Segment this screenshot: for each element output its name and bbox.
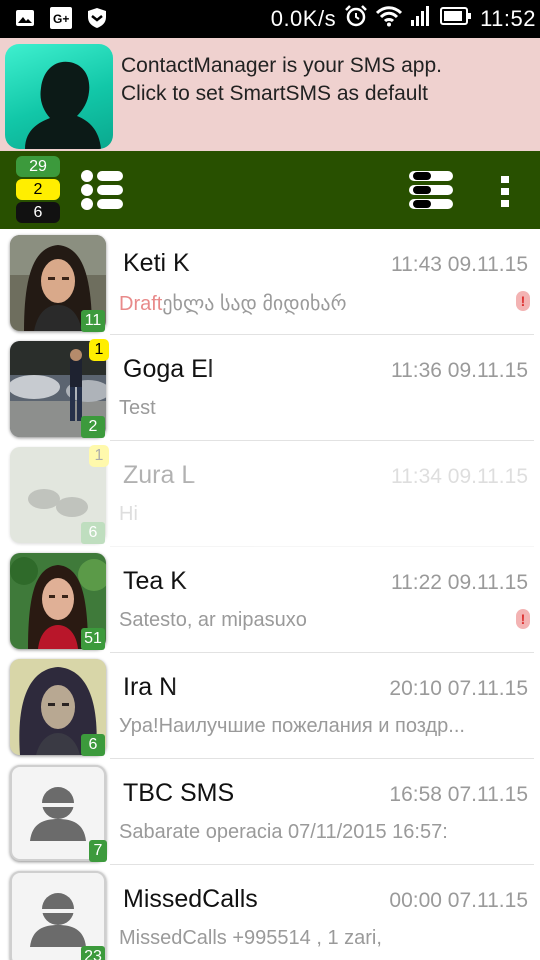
redacted-name — [215, 358, 326, 383]
message-time: 11:43 09.11.15 — [390, 253, 528, 276]
shield-icon — [86, 7, 108, 29]
contact-name: Goga El — [123, 355, 214, 383]
conversation-row[interactable]: 23 MissedCalls 00:00 07.11.15 MissedCall… — [0, 865, 540, 960]
overflow-menu-button[interactable] — [494, 171, 516, 211]
svg-text:G+: G+ — [53, 12, 69, 26]
message-count-badge: 6 — [81, 522, 105, 544]
contacts-list-view-button[interactable] — [78, 167, 126, 213]
message-count-badge: 2 — [81, 416, 105, 438]
redacted-name — [188, 570, 299, 595]
message-snippet: Test — [119, 397, 156, 419]
message-count-badge: 51 — [81, 628, 105, 650]
toolbar: 29 2 6 — [0, 151, 540, 229]
conversation-row[interactable]: 6 Ira N 20:10 07.11.15 Ура!Наилучшие пож… — [0, 653, 540, 759]
warning-icon: ! — [516, 291, 530, 311]
message-snippet: MissedCalls +995514 , 1 zari, — [119, 927, 382, 949]
app-logo — [5, 44, 113, 149]
signal-icon — [410, 5, 432, 33]
more-vert-icon — [501, 176, 509, 207]
message-snippet: Ура!Наилучшие пожелания и поздр... — [119, 715, 465, 737]
conversation-list[interactable]: 11 Keti K 11:43 09.11.15 Draftეხლა სად მ… — [0, 229, 540, 960]
message-time: 11:22 09.11.15 — [390, 571, 528, 594]
redacted-name — [179, 676, 290, 701]
message-time: 11:34 09.11.15 — [390, 465, 528, 488]
default-sms-banner[interactable]: ContactManager is your SMS app. Click to… — [0, 38, 540, 151]
threads-view-button[interactable] — [406, 167, 456, 213]
conversation-row[interactable]: 7 TBC SMS 16:58 07.11.15 Sabarate operac… — [0, 759, 540, 865]
image-icon — [14, 7, 36, 29]
contact-name: TBC SMS — [123, 779, 235, 807]
contact-name: Ira N — [123, 673, 178, 701]
message-time: 20:10 07.11.15 — [389, 677, 528, 700]
redacted-name — [197, 464, 308, 489]
warning-icon: ! — [516, 609, 530, 629]
message-count-badge: 23 — [81, 946, 105, 960]
message-time: 00:00 07.11.15 — [389, 889, 528, 912]
conversation-row[interactable]: 11 Keti K 11:43 09.11.15 Draftეხლა სად მ… — [0, 229, 540, 335]
contact-name: Zura L — [123, 461, 196, 489]
other-count-badge[interactable]: 6 — [16, 202, 60, 223]
banner-line-2: Click to set SmartSMS as default — [121, 82, 428, 105]
contact-name: MissedCalls — [123, 885, 258, 913]
message-count-badge: 7 — [89, 840, 107, 862]
wifi-icon — [376, 5, 403, 33]
message-snippet: Satesto, ar mipasuxo — [119, 609, 307, 631]
contact-name: Tea K — [123, 567, 187, 595]
banner-line-1: ContactManager is your SMS app. — [121, 54, 442, 77]
message-snippet: Hi — [119, 503, 138, 525]
message-time: 11:36 09.11.15 — [390, 359, 528, 382]
draft-label: Draft — [119, 293, 163, 315]
list-view-icon — [81, 170, 123, 210]
message-snippet: Sabarate operacia 07/11/2015 16:57: — [119, 821, 448, 843]
battery-icon — [440, 6, 472, 32]
message-count-badge: 11 — [81, 310, 105, 332]
net-speed: 0.0K/s — [270, 6, 337, 31]
threads-view-icon — [409, 171, 453, 209]
conversation-row[interactable]: 1 2 Goga El 11:36 09.11.15 Test — [0, 335, 540, 441]
contact-name: Keti K — [123, 249, 190, 277]
message-time: 16:58 07.11.15 — [389, 783, 528, 806]
redacted-name — [191, 252, 302, 277]
total-count-badge[interactable]: 29 — [16, 156, 60, 177]
status-bar: G+ 0.0K/s 11:52 — [0, 0, 540, 38]
unread-badge: 1 — [89, 339, 109, 361]
unread-count-badge[interactable]: 2 — [16, 179, 60, 200]
google-plus-icon: G+ — [50, 7, 72, 29]
message-snippet: ეხლა სად მიდიხარ — [162, 293, 347, 315]
clock: 11:52 — [480, 6, 536, 31]
conversation-row[interactable]: 1 6 Zura L 11:34 09.11.15 Hi — [0, 441, 540, 547]
conversation-row[interactable]: 51 Tea K 11:22 09.11.15 Satesto, ar mipa… — [0, 547, 540, 653]
message-count-badge: 6 — [81, 734, 105, 756]
unread-badge: 1 — [89, 445, 109, 467]
alarm-icon — [344, 4, 368, 34]
